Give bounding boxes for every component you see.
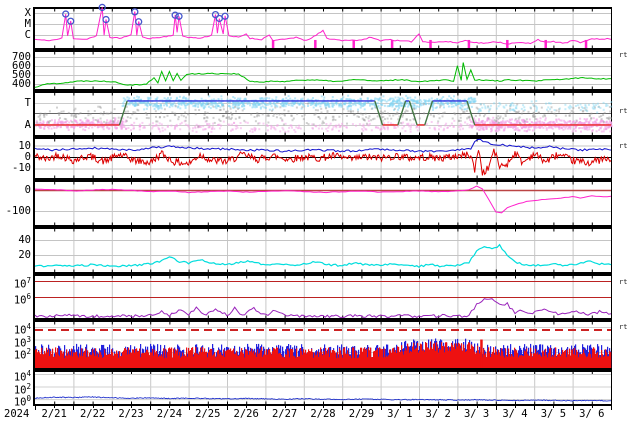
panel-xray (33, 3, 612, 50)
year-label: 2024 (4, 408, 30, 420)
x-axis-minor-tick (591, 406, 593, 408)
panel-ta (33, 91, 613, 137)
x-tick-label: 2/21 (41, 408, 67, 420)
y-axis-label-ta: A (24, 119, 31, 131)
x-axis-minor-tick (92, 406, 94, 408)
x-tick-label: 3/ 1 (387, 408, 413, 420)
x-axis-tick (495, 406, 497, 410)
x-axis-tick (73, 406, 75, 410)
x-axis-tick (611, 406, 612, 410)
x-tick-label: 2/23 (118, 408, 144, 420)
x-axis-minor-tick (515, 406, 516, 408)
panel-bz (33, 137, 612, 180)
y-axis-label-bz: -10 (12, 162, 31, 175)
realtime-tag: rt (619, 107, 628, 115)
y-axis-label-den: 40 (18, 234, 31, 246)
x-axis-tick (265, 406, 267, 410)
x-tick-label: 3/ 6 (579, 408, 605, 420)
x-axis-tick (111, 406, 113, 410)
y-axis-label-ta: T (24, 96, 31, 109)
y-axis-label-bot: 104 (13, 368, 31, 384)
x-tick-label: 3/ 4 (502, 408, 528, 420)
x-axis-minor-tick (207, 406, 209, 408)
y-axis-label-pro: 102 (13, 347, 31, 362)
x-axis-minor-tick (438, 406, 440, 408)
x-tick-label: 3/ 3 (463, 408, 490, 420)
realtime-tag: rt (619, 278, 628, 286)
y-axis-label-bot: 102 (13, 381, 31, 397)
x-tick-label: 2/22 (79, 408, 106, 420)
x-axis-minor-tick (323, 406, 324, 408)
x-axis-minor-tick (553, 406, 555, 408)
realtime-tag: rt (619, 51, 628, 59)
x-axis-tick (534, 406, 536, 410)
x-axis-minor-tick (169, 406, 171, 408)
y-axis-label-dst: -100 (5, 204, 31, 217)
x-tick-label: 2/24 (156, 408, 183, 420)
x-tick-label: 2/27 (271, 408, 298, 420)
panel-pro (33, 320, 612, 370)
x-axis-minor-tick (399, 406, 401, 408)
panel-bot (33, 370, 612, 406)
x-axis-tick (150, 406, 152, 410)
y-axis-label-den: 20 (18, 248, 31, 261)
x-axis-tick (35, 406, 36, 410)
x-axis-tick (188, 406, 190, 410)
x-axis-tick (419, 406, 420, 410)
x-tick-label: 2/29 (348, 408, 375, 420)
panel-speed (33, 50, 612, 91)
y-axis-label-pro: 104 (13, 322, 31, 337)
y-axis-label-xray: C (24, 29, 31, 41)
x-tick-label: 3/ 2 (425, 408, 451, 420)
realtime-tag: rt (619, 323, 628, 331)
y-axis-label-dst: 0 (24, 183, 31, 196)
x-tick-label: 3/ 5 (540, 408, 567, 420)
x-axis-minor-tick (361, 406, 363, 408)
x-tick-label: 2/25 (195, 408, 221, 420)
y-axis-label-ele: 106 (13, 292, 31, 307)
realtime-tag: rt (619, 142, 628, 150)
panel-den (33, 227, 612, 274)
x-axis-minor-tick (284, 406, 286, 408)
x-axis-tick (303, 406, 305, 410)
x-axis-tick (572, 406, 574, 410)
x-axis-minor-tick (476, 406, 478, 408)
x-axis-tick (342, 406, 344, 410)
x-axis-minor-tick (131, 406, 132, 408)
panel-dst (33, 180, 612, 227)
x-axis-minor-tick (54, 406, 56, 408)
y-axis-label-ele: 107 (13, 275, 31, 291)
x-axis-tick (227, 406, 228, 410)
x-tick-label: 2/26 (233, 408, 259, 420)
x-axis-tick (457, 406, 459, 410)
y-axis-label-speed: 400 (12, 77, 31, 90)
x-axis-tick (380, 406, 382, 410)
panel-ele (33, 274, 612, 320)
y-axis-label-bz: 0 (24, 151, 31, 163)
y-axis-label-bz: 10 (18, 139, 31, 152)
solar-terrestrial-plot: 2024 X M C 700 600 500 400 T A 10 0 -10 0 -100 40 20 107… (0, 0, 634, 424)
x-axis-minor-tick (246, 406, 248, 408)
x-tick-label: 2/28 (310, 408, 336, 420)
y-axis-label-pro: 103 (13, 334, 31, 350)
y-axis-label-bot: 100 (13, 394, 31, 409)
